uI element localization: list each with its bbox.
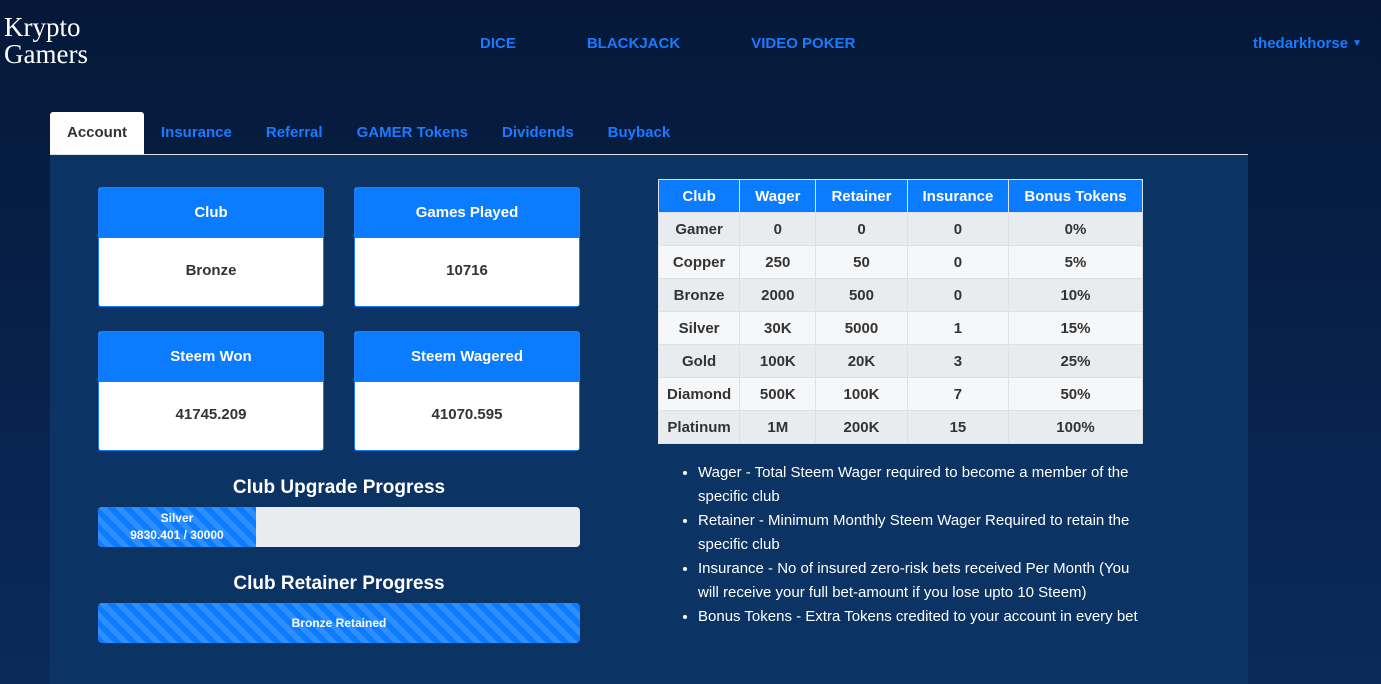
table-cell: 50	[815, 245, 908, 279]
table-cell: 30K	[739, 311, 817, 345]
col-bonus-tokens: Bonus Tokens	[1008, 179, 1143, 213]
table-cell: 250	[739, 245, 817, 279]
table-cell: 1M	[739, 410, 817, 444]
card-title: Steem Wagered	[355, 332, 579, 382]
table-cell: Diamond	[657, 377, 741, 411]
tab-dividends[interactable]: Dividends	[485, 112, 591, 154]
legend-notes: Wager - Total Steem Wager required to be…	[698, 461, 1148, 629]
col-club: Club	[657, 179, 741, 213]
table-cell: 100K	[739, 344, 817, 378]
table-cell: 0	[906, 212, 1010, 246]
upgrade-progress: Silver 9830.401 / 30000	[98, 507, 580, 547]
card-title: Games Played	[355, 188, 579, 238]
table-cell: Silver	[657, 311, 741, 345]
table-cell: 200K	[815, 410, 908, 444]
card-value: Bronze	[185, 262, 237, 279]
table-cell: 0	[739, 212, 817, 246]
club-table: Club Wager Retainer Insurance Bonus Toke…	[657, 179, 1143, 444]
table-cell: 1	[906, 311, 1010, 345]
table-cell: Platinum	[657, 410, 741, 444]
table-cell: 0	[906, 245, 1010, 279]
table-cell: 25%	[1008, 344, 1143, 378]
table-row: Silver 30K 5000 1 15%	[657, 311, 1143, 345]
retainer-progress-label: Bronze Retained	[291, 615, 387, 630]
tab-referral[interactable]: Referral	[249, 112, 340, 154]
table-cell: 0%	[1008, 212, 1143, 246]
list-item: Retainer - Minimum Monthly Steem Wager R…	[698, 509, 1148, 557]
games-played-card: Games Played 10716	[354, 187, 580, 307]
table-row: Bronze 2000 500 0 10%	[657, 278, 1143, 312]
account-tabs: Account Insurance Referral GAMER Tokens …	[50, 112, 1248, 155]
account-panel: Club Bronze Games Played 10716 Steem Won…	[50, 155, 1248, 684]
table-cell: 15%	[1008, 311, 1143, 345]
table-cell: 7	[906, 377, 1010, 411]
retainer-progress-title: Club Retainer Progress	[233, 573, 445, 594]
brand-logo[interactable]: Krypto Gamers	[4, 14, 88, 68]
table-cell: Gamer	[657, 212, 741, 246]
caret-down-icon: ▼	[1352, 38, 1362, 49]
col-insurance: Insurance	[906, 179, 1010, 213]
upgrade-progress-title: Club Upgrade Progress	[232, 477, 446, 498]
nav-dice[interactable]: DICE	[480, 35, 516, 52]
retainer-progress-bar: Bronze Retained	[98, 603, 580, 643]
user-name: thedarkhorse	[1253, 35, 1349, 52]
list-item: Wager - Total Steem Wager required to be…	[698, 461, 1148, 509]
table-cell: 500K	[739, 377, 817, 411]
list-item: Bonus Tokens - Extra Tokens credited to …	[698, 605, 1148, 629]
table-cell: 0	[906, 278, 1010, 312]
table-cell: Copper	[657, 245, 741, 279]
table-row: Diamond 500K 100K 7 50%	[657, 377, 1143, 411]
table-cell: 0	[815, 212, 908, 246]
retainer-progress: Bronze Retained	[98, 603, 580, 643]
table-cell: 10%	[1008, 278, 1143, 312]
tab-account[interactable]: Account	[50, 112, 144, 154]
card-value: 10716	[446, 262, 488, 279]
top-nav: DICE BLACKJACK VIDEO POKER	[480, 35, 926, 52]
brand-line-2: Gamers	[4, 39, 88, 69]
card-value: 41745.209	[175, 406, 247, 423]
user-menu[interactable]: thedarkhorse ▼	[1253, 35, 1362, 52]
nav-video-poker[interactable]: VIDEO POKER	[751, 35, 855, 52]
table-row: Gamer 0 0 0 0%	[657, 212, 1143, 246]
club-card: Club Bronze	[98, 187, 324, 307]
table-cell: 500	[815, 278, 908, 312]
brand-line-1: Krypto	[4, 12, 81, 42]
table-cell: 15	[906, 410, 1010, 444]
steem-won-card: Steem Won 41745.209	[98, 331, 324, 451]
table-cell: 2000	[739, 278, 817, 312]
table-cell: 5%	[1008, 245, 1143, 279]
table-cell: 100%	[1008, 410, 1143, 444]
table-cell: 3	[906, 344, 1010, 378]
steem-wagered-card: Steem Wagered 41070.595	[354, 331, 580, 451]
col-wager: Wager	[739, 179, 817, 213]
table-row: Platinum 1M 200K 15 100%	[657, 410, 1143, 444]
card-title: Club	[99, 188, 323, 238]
table-cell: 5000	[815, 311, 908, 345]
upgrade-progress-value: 9830.401 / 30000	[130, 528, 224, 542]
list-item: Insurance - No of insured zero-risk bets…	[698, 557, 1148, 605]
tab-gamer-tokens[interactable]: GAMER Tokens	[340, 112, 485, 154]
table-cell: Gold	[657, 344, 741, 378]
table-cell: 100K	[815, 377, 908, 411]
tab-buyback[interactable]: Buyback	[591, 112, 688, 154]
tab-insurance[interactable]: Insurance	[144, 112, 249, 154]
col-retainer: Retainer	[815, 179, 908, 213]
table-cell: Bronze	[657, 278, 741, 312]
table-cell: 50%	[1008, 377, 1143, 411]
card-title: Steem Won	[99, 332, 323, 382]
table-row: Copper 250 50 0 5%	[657, 245, 1143, 279]
table-row: Gold 100K 20K 3 25%	[657, 344, 1143, 378]
upgrade-progress-label: Silver	[160, 511, 194, 525]
card-value: 41070.595	[431, 406, 503, 423]
nav-blackjack[interactable]: BLACKJACK	[587, 35, 680, 52]
table-header-row: Club Wager Retainer Insurance Bonus Toke…	[657, 179, 1143, 213]
table-cell: 20K	[815, 344, 908, 378]
upgrade-progress-bar: Silver 9830.401 / 30000	[98, 507, 256, 547]
